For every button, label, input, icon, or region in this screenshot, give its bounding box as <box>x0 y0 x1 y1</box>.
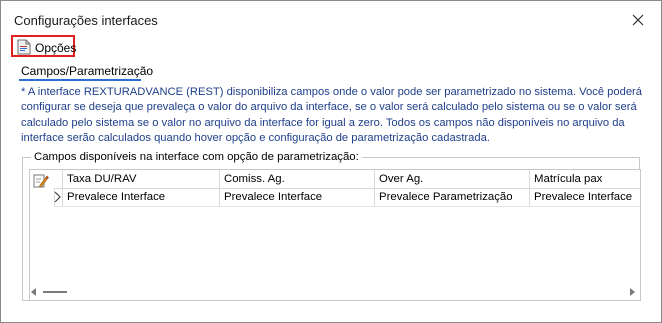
horizontal-scrollbar[interactable] <box>31 285 637 299</box>
edit-pencil-icon <box>33 174 49 188</box>
scrollbar-thumb[interactable] <box>43 291 67 293</box>
triangle-left-icon[interactable] <box>31 288 37 296</box>
dialog-window: Configurações interfaces Opções Campos/P… <box>0 0 662 323</box>
column-header-taxa-du-rav[interactable]: Taxa DU/RAV <box>62 170 219 188</box>
close-button[interactable] <box>625 9 651 31</box>
options-button[interactable]: Opções <box>11 35 77 57</box>
groupbox-title: Campos disponíveis na interface com opçã… <box>31 151 362 163</box>
close-icon <box>632 14 644 26</box>
column-header-comiss-ag[interactable]: Comiss. Ag. <box>219 170 374 188</box>
cell-over-ag[interactable]: Prevalece Parametrização <box>374 188 529 206</box>
triangle-right-icon[interactable] <box>629 288 635 296</box>
cell-matricula-pax[interactable]: Prevalece Interface <box>529 188 642 206</box>
column-header-matricula-pax[interactable]: Matrícula pax <box>529 170 642 188</box>
cell-comiss-ag[interactable]: Prevalece Interface <box>219 188 374 206</box>
grid-header-row: Taxa DU/RAV Comiss. Ag. Over Ag. Matrícu… <box>54 170 640 189</box>
document-icon <box>17 39 31 55</box>
title-bar: Configurações interfaces <box>1 1 661 39</box>
column-header-over-ag[interactable]: Over Ag. <box>374 170 529 188</box>
tab-campos-parametrizacao[interactable]: Campos/Parametrização <box>21 64 153 78</box>
active-tab-indicator <box>19 79 141 81</box>
info-text: * A interface REXTURADVANCE (REST) dispo… <box>21 86 642 145</box>
options-label: Opções <box>35 41 77 55</box>
parametrization-grid[interactable]: Taxa DU/RAV Comiss. Ag. Over Ag. Matrícu… <box>29 169 641 301</box>
window-title: Configurações interfaces <box>14 13 158 28</box>
table-row[interactable]: Prevalece Interface Prevalece Interface … <box>54 188 640 207</box>
cell-taxa-du-rav[interactable]: Prevalece Interface <box>62 188 219 206</box>
grid-corner-cell[interactable] <box>30 170 55 206</box>
